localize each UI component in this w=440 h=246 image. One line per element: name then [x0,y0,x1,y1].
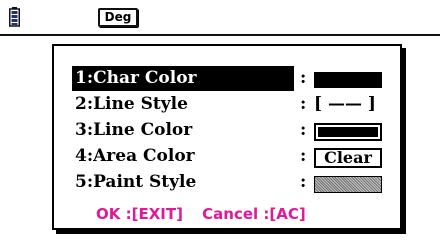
dialog-footer: OK :[EXIT] Cancel :[AC] [96,205,376,225]
line-color-swatch [314,123,382,141]
menu-item-label: 4:Area Color [75,146,195,166]
menu-item-line-style[interactable]: 2:Line Style : [ —— ] [72,92,390,117]
menu-item-colon: : [300,68,307,88]
battery-icon [9,7,20,27]
menu-item-colon: : [300,120,307,140]
menu-item-colon: : [300,94,307,114]
menu-item-line-color[interactable]: 3:Line Color : [72,118,390,143]
ok-key-hint[interactable]: OK :[EXIT] [96,205,183,223]
menu-item-area-color[interactable]: 4:Area Color : Clear [72,144,390,169]
paint-style-value [314,173,384,193]
menu-item-colon: : [300,146,307,166]
menu-item-label: 3:Line Color [75,120,193,140]
char-color-value [314,69,384,88]
style-settings-dialog: 1:Char Color : 2:Line Style : [ —— ] 3:L… [52,44,402,230]
paint-style-swatch [314,176,382,193]
cancel-key-hint[interactable]: Cancel :[AC] [202,205,306,223]
line-style-text: [ —— ] [314,94,376,114]
area-color-value: Clear [314,147,384,168]
menu-item-label: 2:Line Style [75,94,188,114]
calculator-screen: Deg 1:Char Color : 2:Line Style : [ —— ]… [0,0,440,246]
area-color-clear-box: Clear [314,148,382,168]
status-divider [0,34,440,36]
menu-item-paint-style[interactable]: 5:Paint Style : [72,170,390,195]
menu-item-label: 5:Paint Style [75,172,197,192]
menu-item-colon: : [300,172,307,192]
char-color-swatch [314,72,382,88]
line-style-value: [ —— ] [314,94,384,114]
angle-mode-badge: Deg [98,8,138,27]
status-bar: Deg [0,0,440,34]
menu-item-label: 1:Char Color [75,68,197,88]
menu-item-char-color[interactable]: 1:Char Color : [72,66,390,91]
line-color-value [314,121,384,141]
